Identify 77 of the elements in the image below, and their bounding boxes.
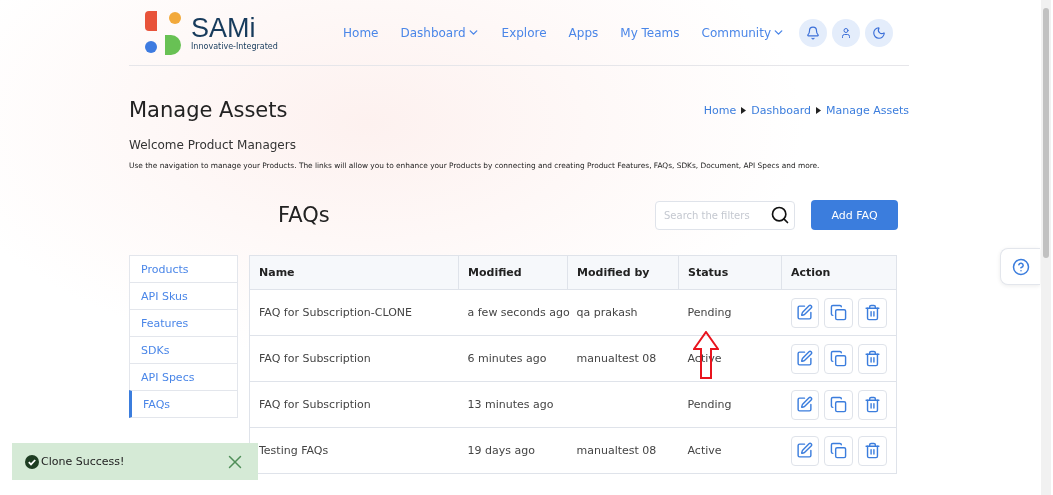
sidebar-item[interactable]: API Specs <box>129 363 238 391</box>
user-icon <box>840 26 852 39</box>
section-title: FAQs <box>278 203 331 227</box>
copy-icon <box>830 350 848 367</box>
dark-mode-button[interactable] <box>865 18 893 47</box>
table-cell: FAQ for Subscription <box>249 381 459 428</box>
nav-link[interactable]: Home <box>343 25 379 40</box>
column-header: Modified by <box>567 255 679 290</box>
nav-link[interactable]: Explore <box>501 25 547 40</box>
table-cell: manualtest 08 <box>567 335 679 382</box>
search-icon <box>770 204 790 225</box>
copy-icon <box>830 396 848 413</box>
delete-button[interactable] <box>858 297 887 328</box>
pen-square-icon <box>796 304 814 321</box>
table-cell: FAQ for Subscription-CLONE <box>249 289 459 336</box>
bell-icon <box>806 25 820 40</box>
sidebar-item[interactable]: Products <box>129 255 238 283</box>
welcome-heading: Welcome Product Managers <box>129 138 297 152</box>
table-cell: FAQ for Subscription <box>249 335 459 382</box>
pen-square-icon <box>796 442 814 459</box>
copy-button[interactable] <box>824 389 854 420</box>
toast-message: Clone Success! <box>41 455 125 468</box>
column-header: Status <box>678 255 782 290</box>
table-cell: Active <box>678 427 782 474</box>
copy-icon <box>830 442 848 459</box>
column-header: Action <box>781 255 897 290</box>
table-cell: 13 minutes ago <box>458 381 568 428</box>
check-circle-icon <box>25 454 39 469</box>
copy-button[interactable] <box>824 435 854 466</box>
brand-name: SAMi <box>191 14 256 42</box>
sidebar-item[interactable]: API Skus <box>129 282 238 310</box>
copy-button[interactable] <box>824 297 854 328</box>
trash-icon <box>864 350 882 367</box>
brand-tagline: Innovative-Integrated <box>191 41 278 51</box>
nav-link[interactable]: Dashboard <box>400 25 480 40</box>
table-cell: Pending <box>678 381 782 428</box>
table-cell: Pending <box>678 289 782 336</box>
edit-button[interactable] <box>790 343 820 374</box>
table-cell: 6 minutes ago <box>458 335 568 382</box>
table-cell: 19 days ago <box>458 427 568 474</box>
page-title: Manage Assets <box>129 98 288 122</box>
copy-button[interactable] <box>824 343 854 374</box>
notifications-button[interactable] <box>799 18 827 47</box>
breadcrumb-link[interactable]: Dashboard <box>751 103 811 117</box>
scrollbar[interactable] <box>1041 0 1051 495</box>
nav-link[interactable]: Community <box>701 25 785 40</box>
sidebar-item[interactable]: FAQs <box>129 390 238 418</box>
sidebar-item[interactable]: Features <box>129 309 238 337</box>
nav-link[interactable]: My Teams <box>620 25 680 40</box>
breadcrumb-separator-icon <box>816 106 821 114</box>
edit-button[interactable] <box>790 389 820 420</box>
table-cell: a few seconds ago <box>458 289 568 336</box>
trash-icon <box>864 442 882 459</box>
pen-square-icon <box>796 396 814 413</box>
trash-icon <box>864 396 882 413</box>
trash-icon <box>864 304 882 321</box>
breadcrumb-link[interactable]: Manage Assets <box>826 103 909 117</box>
moon-icon <box>872 25 886 40</box>
add-faq-button[interactable]: Add FAQ <box>811 200 898 230</box>
delete-button[interactable] <box>858 389 887 420</box>
breadcrumb-separator-icon <box>741 106 747 114</box>
table-cell: manualtest 08 <box>567 427 679 474</box>
column-header: Modified <box>458 255 568 290</box>
breadcrumb-link[interactable]: Home <box>703 103 737 117</box>
sidebar-item[interactable]: SDKs <box>129 336 238 364</box>
edit-button[interactable] <box>790 297 820 328</box>
help-icon <box>1011 257 1030 276</box>
delete-button[interactable] <box>858 343 887 374</box>
edit-button[interactable] <box>790 435 820 466</box>
profile-button[interactable] <box>832 18 860 47</box>
logo-icon <box>143 10 183 55</box>
help-button[interactable] <box>1000 248 1040 285</box>
delete-button[interactable] <box>858 435 887 466</box>
pen-square-icon <box>796 350 814 367</box>
copy-icon <box>830 304 848 321</box>
nav-link[interactable]: Apps <box>568 25 599 40</box>
column-header: Name <box>249 255 459 290</box>
